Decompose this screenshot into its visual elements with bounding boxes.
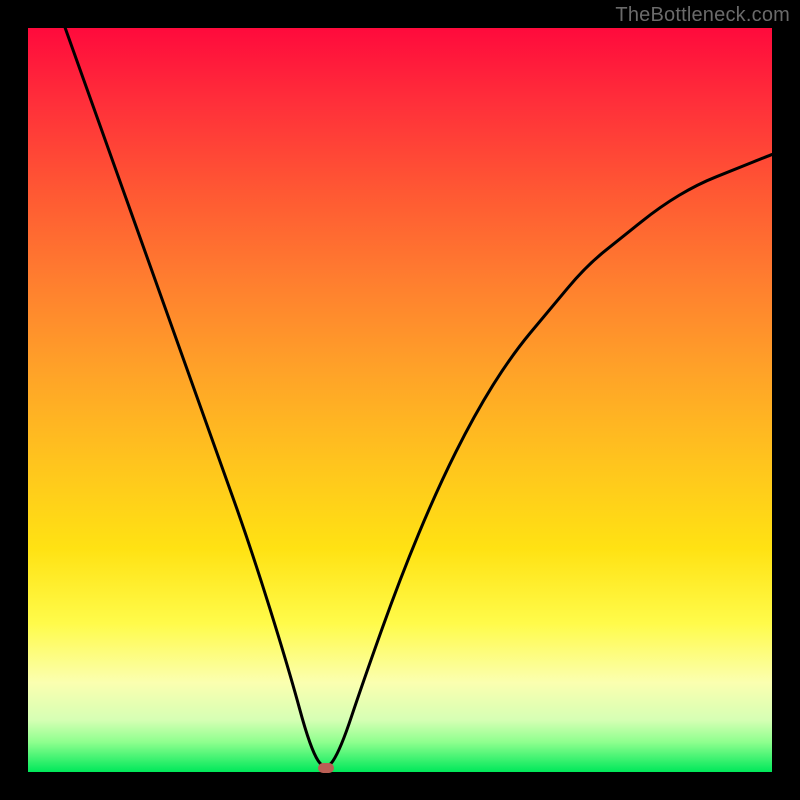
chart-frame: TheBottleneck.com — [0, 0, 800, 800]
minimum-dot — [318, 763, 334, 773]
curve-svg — [28, 28, 772, 772]
bottleneck-curve-path — [65, 28, 772, 766]
watermark-text: TheBottleneck.com — [615, 4, 790, 27]
plot-area — [28, 28, 772, 772]
